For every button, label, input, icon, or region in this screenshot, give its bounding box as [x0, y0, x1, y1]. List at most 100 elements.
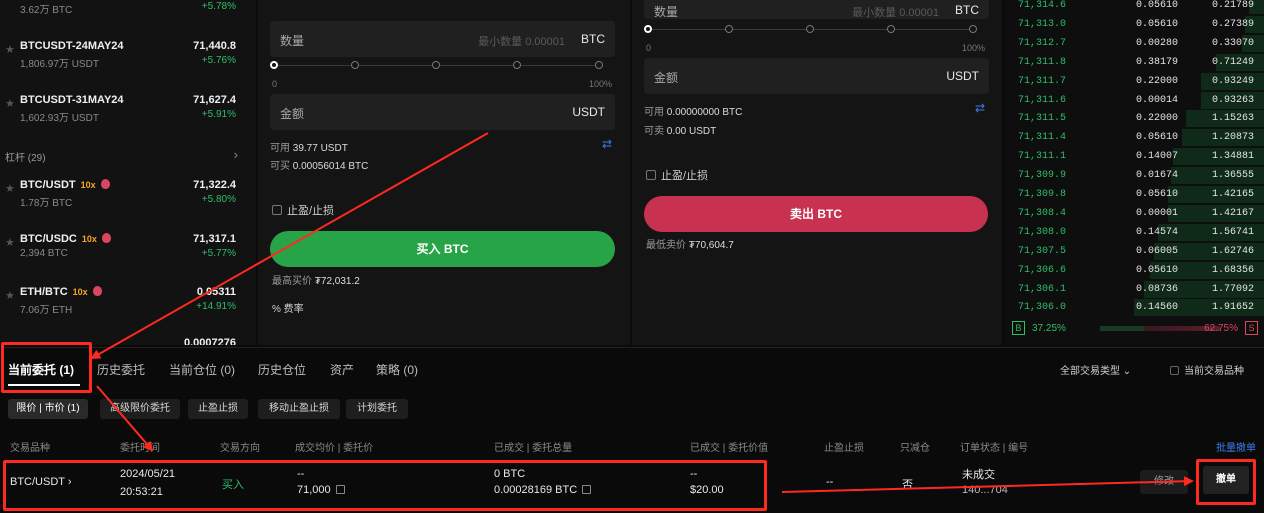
- order-book-price: 71,314.6: [1018, 0, 1067, 11]
- amount-label: 金额: [280, 107, 305, 121]
- order-book-row[interactable]: 71,306.0 0.14560 1.91652: [1006, 299, 1264, 321]
- swap-icon[interactable]: ⇄: [602, 137, 612, 151]
- leverage-badge: 10x: [81, 234, 97, 244]
- buy-amount-slider[interactable]: [270, 61, 603, 69]
- market-row[interactable]: ★ BTCUSDT-31MAY24 1,602.93万 USDT 71,627.…: [0, 94, 250, 144]
- highlight-open-orders-tab: [1, 342, 92, 393]
- order-book-qty: 0.00014: [1136, 94, 1179, 106]
- tab-assets[interactable]: 资产: [330, 361, 354, 378]
- order-id: 140...704: [962, 484, 1008, 496]
- order-reduce-only: 否: [902, 479, 913, 491]
- leverage-section-header[interactable]: 杠杆 (29) ›: [5, 147, 240, 164]
- slider-mark[interactable]: [725, 25, 733, 33]
- order-book-qty: 0.00001: [1136, 207, 1179, 219]
- tab-order-history[interactable]: 历史委托: [97, 361, 145, 378]
- order-book-total: 1.36555: [1211, 170, 1254, 182]
- buy-ratio-value: 37.25%: [1032, 323, 1066, 334]
- chip-trailing-stop[interactable]: 移动止盈止损: [258, 399, 340, 419]
- fee-rate-link[interactable]: % 费率: [272, 300, 304, 315]
- market-symbol: BTC/USDT 10x: [20, 179, 110, 191]
- star-icon[interactable]: ★: [5, 289, 15, 302]
- order-book-price: 71,306.1: [1018, 283, 1067, 295]
- sell-quantity-field[interactable]: 数量 最小数量 0.00001 BTC: [644, 0, 989, 19]
- market-row[interactable]: ★ BTC/USDT 10x 1.78万 BTC 71,322.4 +5.80%: [0, 179, 250, 229]
- slider-max-label: 100%: [589, 79, 613, 89]
- market-row[interactable]: ★ BTCUSDT-24MAY24 1,806.97万 USDT 71,440.…: [0, 40, 250, 90]
- hot-icon: [92, 286, 102, 296]
- order-book-qty: 0.22000: [1136, 113, 1179, 125]
- market-price: 71,317.1: [193, 233, 236, 245]
- checkbox-box[interactable]: [1170, 366, 1179, 375]
- chip-tpsl[interactable]: 止盈止损: [188, 399, 248, 419]
- quantity-unit: BTC: [955, 3, 979, 17]
- buy-amount-field[interactable]: 金额 USDT: [270, 94, 615, 130]
- order-book-qty: 0.01674: [1136, 170, 1179, 182]
- buy-panel: 数量 最小数量 0.00001 BTC 0 100% 金额 USDT 可用 39…: [258, 0, 630, 345]
- slider-mark[interactable]: [432, 61, 440, 69]
- sell-button[interactable]: 卖出 BTC: [644, 196, 988, 232]
- modify-order-button[interactable]: 修改: [1140, 470, 1188, 494]
- chip-advanced-limit[interactable]: 高级限价委托: [100, 399, 180, 419]
- sell-amount-slider[interactable]: [644, 25, 977, 33]
- buy-quantity-field[interactable]: 数量 最小数量 0.00001 BTC: [270, 21, 615, 57]
- tab-position-history[interactable]: 历史仓位: [258, 361, 306, 378]
- can-buy-label: 可买: [270, 161, 290, 172]
- star-icon[interactable]: ★: [5, 43, 15, 56]
- swap-icon[interactable]: ⇄: [975, 101, 985, 115]
- tab-strategies[interactable]: 策略 (0): [376, 361, 418, 378]
- available-value: 39.77 USDT: [292, 143, 348, 154]
- quantity-placeholder: 最小数量 0.00001: [852, 7, 939, 19]
- leverage-badge: 10x: [72, 287, 88, 297]
- slider-mark[interactable]: [595, 61, 603, 69]
- chevron-right-icon: ›: [233, 147, 238, 162]
- slider-handle[interactable]: [644, 25, 652, 33]
- buy-tpsl-checkbox[interactable]: 止盈/止损: [272, 202, 334, 218]
- order-book-total: 1.42165: [1211, 189, 1254, 200]
- chip-trigger-order[interactable]: 计划委托: [346, 399, 408, 419]
- market-volume: 3.62万 BTC: [20, 5, 73, 16]
- order-book-qty: 0.14574: [1136, 226, 1179, 238]
- market-row[interactable]: ★ ETH/BTC 10x 7.06万 ETH 0.05311 +14.91%: [0, 286, 250, 336]
- slider-mark[interactable]: [887, 25, 895, 33]
- order-book-row[interactable]: 71,313.0 0.05610 0.27389: [1006, 15, 1264, 38]
- market-change: +5.76%: [201, 55, 236, 66]
- max-price-value: ₮72,031.2: [314, 276, 360, 287]
- market-symbol: BTC/USDC 10x: [20, 233, 111, 245]
- order-book: 71,314.6 0.05610 0.21789 71,313.0 0.05610 0.2…: [1006, 0, 1264, 345]
- checkbox-box[interactable]: [646, 170, 656, 180]
- order-type-filter[interactable]: 全部交易类型 ⌄: [1060, 362, 1131, 377]
- highlight-cancel-button: [1196, 459, 1256, 505]
- highlight-order-row: [3, 460, 767, 511]
- market-row[interactable]: ★ BTC/USDC 10x 2,394 BTC 71,317.1 +5.77%: [0, 233, 250, 283]
- tab-positions[interactable]: 当前仓位 (0): [169, 361, 235, 378]
- slider-handle[interactable]: [270, 61, 278, 69]
- market-volume: 1,806.97万 USDT: [20, 59, 99, 70]
- chip-limit-market[interactable]: 限价 | 市价 (1): [8, 399, 88, 419]
- current-symbol-filter[interactable]: 当前交易品种: [1170, 362, 1244, 377]
- amount-unit: USDT: [946, 69, 979, 83]
- market-volume: 1.78万 BTC: [20, 198, 73, 209]
- sell-tpsl-checkbox[interactable]: 止盈/止损: [646, 167, 708, 183]
- star-icon[interactable]: ★: [5, 182, 15, 195]
- available-label: 可用: [270, 143, 290, 154]
- available-label: 可用: [644, 107, 664, 118]
- market-row[interactable]: 3.62万 BTC +5.78%: [0, 0, 250, 16]
- order-book-price: 71,309.9: [1018, 170, 1067, 182]
- slider-mark[interactable]: [969, 25, 977, 33]
- header-status: 订单状态 | 编号: [960, 443, 1029, 454]
- slider-mark[interactable]: [806, 25, 814, 33]
- order-tpsl: --: [826, 476, 834, 488]
- star-icon[interactable]: ★: [5, 97, 15, 110]
- order-book-row[interactable]: 71,314.6 0.05610 0.21789: [1006, 0, 1264, 19]
- sell-amount-field[interactable]: 金额 USDT: [644, 58, 989, 94]
- bulk-cancel-link[interactable]: 批量撤单: [1216, 439, 1256, 454]
- buy-button[interactable]: 买入 BTC: [270, 231, 615, 267]
- market-symbol-text: BTC/USDT: [20, 179, 76, 191]
- can-sell-label: 可卖: [644, 126, 664, 137]
- market-volume: 7.06万 ETH: [20, 305, 73, 316]
- slider-mark[interactable]: [513, 61, 521, 69]
- slider-mark[interactable]: [351, 61, 359, 69]
- checkbox-box[interactable]: [272, 205, 282, 215]
- star-icon[interactable]: ★: [5, 236, 15, 249]
- order-book-qty: 0.38179: [1136, 56, 1179, 68]
